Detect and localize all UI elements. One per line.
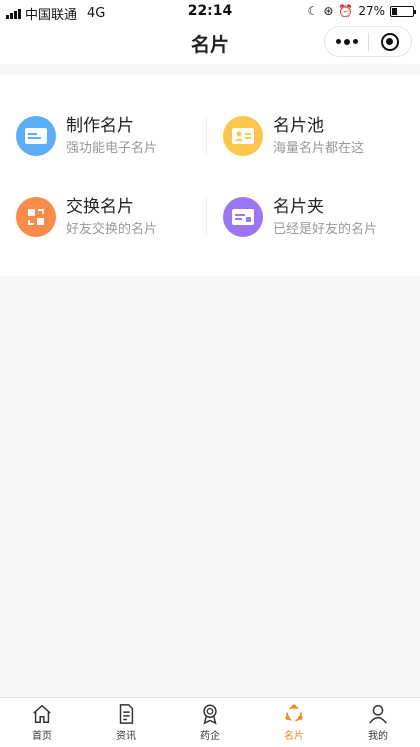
moon-icon: ☾ xyxy=(307,4,319,18)
id-card-icon xyxy=(16,116,56,156)
rotation-lock-icon: ⊛ xyxy=(323,4,334,18)
home-icon xyxy=(33,704,51,723)
card-item-subtitle: 海量名片都在这 xyxy=(273,141,365,156)
more-button[interactable] xyxy=(325,27,368,56)
badge-icon xyxy=(203,704,217,725)
battery-fill xyxy=(392,7,398,15)
tab-news[interactable]: 资讯 xyxy=(84,698,168,747)
tab-mine[interactable]: 我的 xyxy=(336,698,420,747)
contact-card-icon xyxy=(223,116,263,156)
user-icon xyxy=(369,705,387,724)
document-icon xyxy=(119,704,134,724)
battery-percent: 27% xyxy=(358,4,385,18)
card-item-holder[interactable]: 名片夹 已经是好友的名片 xyxy=(207,179,417,259)
close-circle-icon xyxy=(380,32,399,51)
card-item-title: 名片夹 xyxy=(273,197,324,217)
card-item-subtitle: 好友交换的名片 xyxy=(66,222,158,237)
card-item-title: 名片池 xyxy=(273,116,324,136)
card-item-subtitle: 已经是好友的名片 xyxy=(273,222,378,237)
card-item-make[interactable]: 制作名片 强功能电子名片 xyxy=(0,98,210,178)
tab-label: 我的 xyxy=(368,731,388,742)
card-menu-panel: 制作名片 强功能电子名片 名片池 海量名片都在这 交换名片 好友交换的名片 名片… xyxy=(0,75,420,276)
card-item-exchange[interactable]: 交换名片 好友交换的名片 xyxy=(0,179,210,259)
nav-bar: 名片 xyxy=(0,24,420,64)
card-item-subtitle: 强功能电子名片 xyxy=(66,141,158,156)
card-item-title: 制作名片 xyxy=(66,116,134,136)
tab-label: 名片 xyxy=(284,731,304,742)
status-right: ☾ ⊛ ⏰ 27% xyxy=(307,4,416,18)
miniprogram-capsule xyxy=(324,26,412,57)
tab-label: 首页 xyxy=(32,731,52,742)
card-item-pool[interactable]: 名片池 海量名片都在这 xyxy=(207,98,417,178)
alarm-icon: ⏰ xyxy=(338,4,354,18)
card-holder-icon xyxy=(223,197,263,237)
card-item-title: 交换名片 xyxy=(66,197,134,217)
status-bar: 中国联通 4G 22:14 ☾ ⊛ ⏰ 27% xyxy=(0,0,420,24)
tab-pharma[interactable]: 药企 xyxy=(168,698,252,747)
tab-label: 资讯 xyxy=(116,731,136,742)
exchange-icon xyxy=(16,197,56,237)
tab-home[interactable]: 首页 xyxy=(0,698,84,747)
tab-bar: 首页 资讯 药企 名片 我的 xyxy=(0,697,420,747)
card-share-icon xyxy=(285,704,303,722)
tab-label: 药企 xyxy=(200,731,220,742)
close-button[interactable] xyxy=(369,27,411,56)
battery-icon xyxy=(390,5,416,17)
tab-cards[interactable]: 名片 xyxy=(252,698,336,747)
